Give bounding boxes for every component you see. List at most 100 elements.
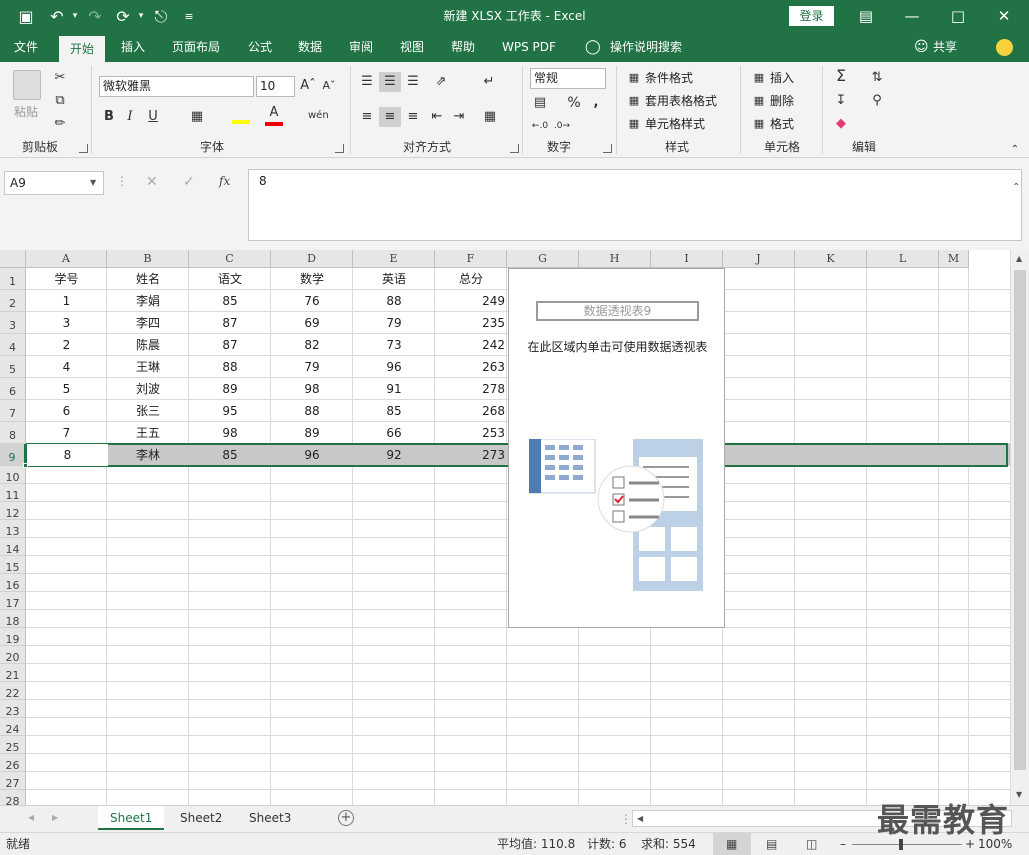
autosum-button[interactable]: Σ (832, 66, 850, 86)
row-header-1[interactable]: 1 (0, 268, 26, 290)
decrease-indent-icon[interactable]: ⇤ (428, 107, 446, 127)
row-header-26[interactable]: 26 (0, 754, 26, 772)
bold-button[interactable]: B (101, 107, 117, 127)
decrease-font-icon[interactable]: Aˇ (321, 76, 337, 96)
tab-view[interactable]: 视图 (400, 33, 424, 62)
row-header-25[interactable]: 25 (0, 736, 26, 754)
copy-icon[interactable]: ⧉ (50, 91, 70, 111)
row-header-24[interactable]: 24 (0, 718, 26, 736)
table-cell[interactable]: 88 (271, 400, 353, 422)
insert-cells-button[interactable]: 插入 (770, 69, 794, 87)
table-cell[interactable]: 李四 (107, 312, 189, 334)
maximize-icon[interactable]: □ (935, 0, 981, 33)
table-cell[interactable]: 98 (189, 422, 271, 444)
tab-help[interactable]: 帮助 (451, 33, 475, 62)
row-header-3[interactable]: 3 (0, 312, 26, 334)
table-cell[interactable]: 242 (435, 334, 507, 356)
column-header-f[interactable]: F (435, 250, 507, 268)
accounting-format-icon[interactable]: ▤ (531, 93, 549, 113)
prev-sheet-icon[interactable]: ◀ (28, 813, 34, 822)
orientation-icon[interactable]: ⇗ (430, 72, 452, 92)
table-cell[interactable]: 刘波 (107, 378, 189, 400)
column-header-a[interactable]: A (26, 250, 107, 268)
table-cell[interactable]: 82 (271, 334, 353, 356)
row-header-19[interactable]: 19 (0, 628, 26, 646)
collapse-formula-bar-icon[interactable]: ⌃ (1012, 182, 1020, 193)
header-cell[interactable]: 姓名 (107, 268, 189, 290)
tell-me-search[interactable]: 操作说明搜索 (610, 33, 682, 62)
align-right-icon[interactable]: ≡ (404, 107, 422, 127)
login-button[interactable]: 登录 (789, 6, 834, 26)
collapse-ribbon-icon[interactable]: ⌃ (1008, 140, 1022, 160)
table-cell[interactable]: 79 (353, 312, 435, 334)
sort-filter-icon[interactable]: ⇅ (868, 68, 886, 88)
header-cell[interactable]: 语文 (189, 268, 271, 290)
table-cell[interactable]: 陈晨 (107, 334, 189, 356)
delete-cells-button[interactable]: 删除 (770, 92, 794, 110)
align-middle-icon[interactable]: ☰ (379, 72, 401, 92)
cut-icon[interactable]: ✂ (50, 68, 70, 88)
format-as-table-button[interactable]: 套用表格格式 (645, 92, 717, 110)
decrease-decimal-icon[interactable]: .0→ (553, 116, 571, 136)
underline-button[interactable]: U (145, 107, 161, 127)
phonetic-button[interactable]: wén (308, 106, 329, 126)
align-top-icon[interactable]: ☰ (358, 72, 376, 92)
tab-insert[interactable]: 插入 (121, 33, 145, 62)
align-bottom-icon[interactable]: ☰ (404, 72, 422, 92)
fill-handle[interactable] (23, 463, 28, 468)
zoom-slider[interactable] (852, 844, 962, 845)
tab-formulas[interactable]: 公式 (248, 33, 272, 62)
table-cell[interactable]: 96 (353, 356, 435, 378)
header-cell[interactable]: 英语 (353, 268, 435, 290)
table-cell[interactable]: 73 (353, 334, 435, 356)
row-header-8[interactable]: 8 (0, 422, 26, 444)
table-cell[interactable]: 李娟 (107, 290, 189, 312)
row-header-15[interactable]: 15 (0, 556, 26, 574)
borders-icon[interactable]: ▦ (188, 107, 206, 127)
increase-font-icon[interactable]: Aˆ (300, 76, 316, 96)
table-cell[interactable]: 王琳 (107, 356, 189, 378)
comma-button[interactable]: , (590, 93, 602, 113)
column-header-g[interactable]: G (507, 250, 579, 268)
table-cell[interactable]: 98 (271, 378, 353, 400)
share-button[interactable]: 共享 (933, 33, 957, 62)
align-left-icon[interactable]: ≡ (358, 107, 376, 127)
table-cell[interactable]: 278 (435, 378, 507, 400)
sheet-tab-1[interactable]: Sheet1 (98, 806, 165, 830)
column-header-b[interactable]: B (107, 250, 189, 268)
column-header-k[interactable]: K (795, 250, 867, 268)
column-header-l[interactable]: L (867, 250, 939, 268)
pivot-table-placeholder[interactable]: 数据透视表9 在此区域内单击可使用数据透视表 (508, 268, 725, 628)
find-select-icon[interactable]: ⚲ (868, 91, 886, 111)
column-header-i[interactable]: I (651, 250, 723, 268)
row-header-4[interactable]: 4 (0, 334, 26, 356)
row-header-16[interactable]: 16 (0, 574, 26, 592)
tab-review[interactable]: 审阅 (349, 33, 373, 62)
paste-button[interactable]: 粘贴 (14, 103, 38, 121)
column-header-e[interactable]: E (353, 250, 435, 268)
conditional-format-button[interactable]: 条件格式 (645, 69, 693, 87)
insert-function-button[interactable]: fx (219, 174, 230, 188)
wrap-text-icon[interactable]: ↵ (480, 72, 498, 92)
table-cell[interactable]: 79 (271, 356, 353, 378)
format-cells-button[interactable]: 格式 (770, 115, 794, 133)
vertical-scrollbar[interactable]: ▲ ▼ (1010, 250, 1029, 805)
row-header-7[interactable]: 7 (0, 400, 26, 422)
table-cell[interactable]: 85 (189, 290, 271, 312)
table-cell[interactable]: 268 (435, 400, 507, 422)
increase-indent-icon[interactable]: ⇥ (450, 107, 468, 127)
row-header-12[interactable]: 12 (0, 502, 26, 520)
formula-input[interactable]: 8 (248, 169, 1022, 241)
sheet-tab-3[interactable]: Sheet3 (237, 806, 303, 830)
row-header-18[interactable]: 18 (0, 610, 26, 628)
page-break-view-icon[interactable]: ◫ (806, 833, 817, 855)
table-cell[interactable]: 5 (26, 378, 107, 400)
row-header-20[interactable]: 20 (0, 646, 26, 664)
font-launcher-icon[interactable] (335, 144, 344, 153)
name-box-dropdown-icon[interactable]: ▼ (90, 178, 96, 187)
clipboard-launcher-icon[interactable] (79, 144, 88, 153)
sheet-tab-2[interactable]: Sheet2 (168, 806, 234, 830)
row-header-17[interactable]: 17 (0, 592, 26, 610)
row-header-5[interactable]: 5 (0, 356, 26, 378)
table-cell[interactable]: 249 (435, 290, 507, 312)
